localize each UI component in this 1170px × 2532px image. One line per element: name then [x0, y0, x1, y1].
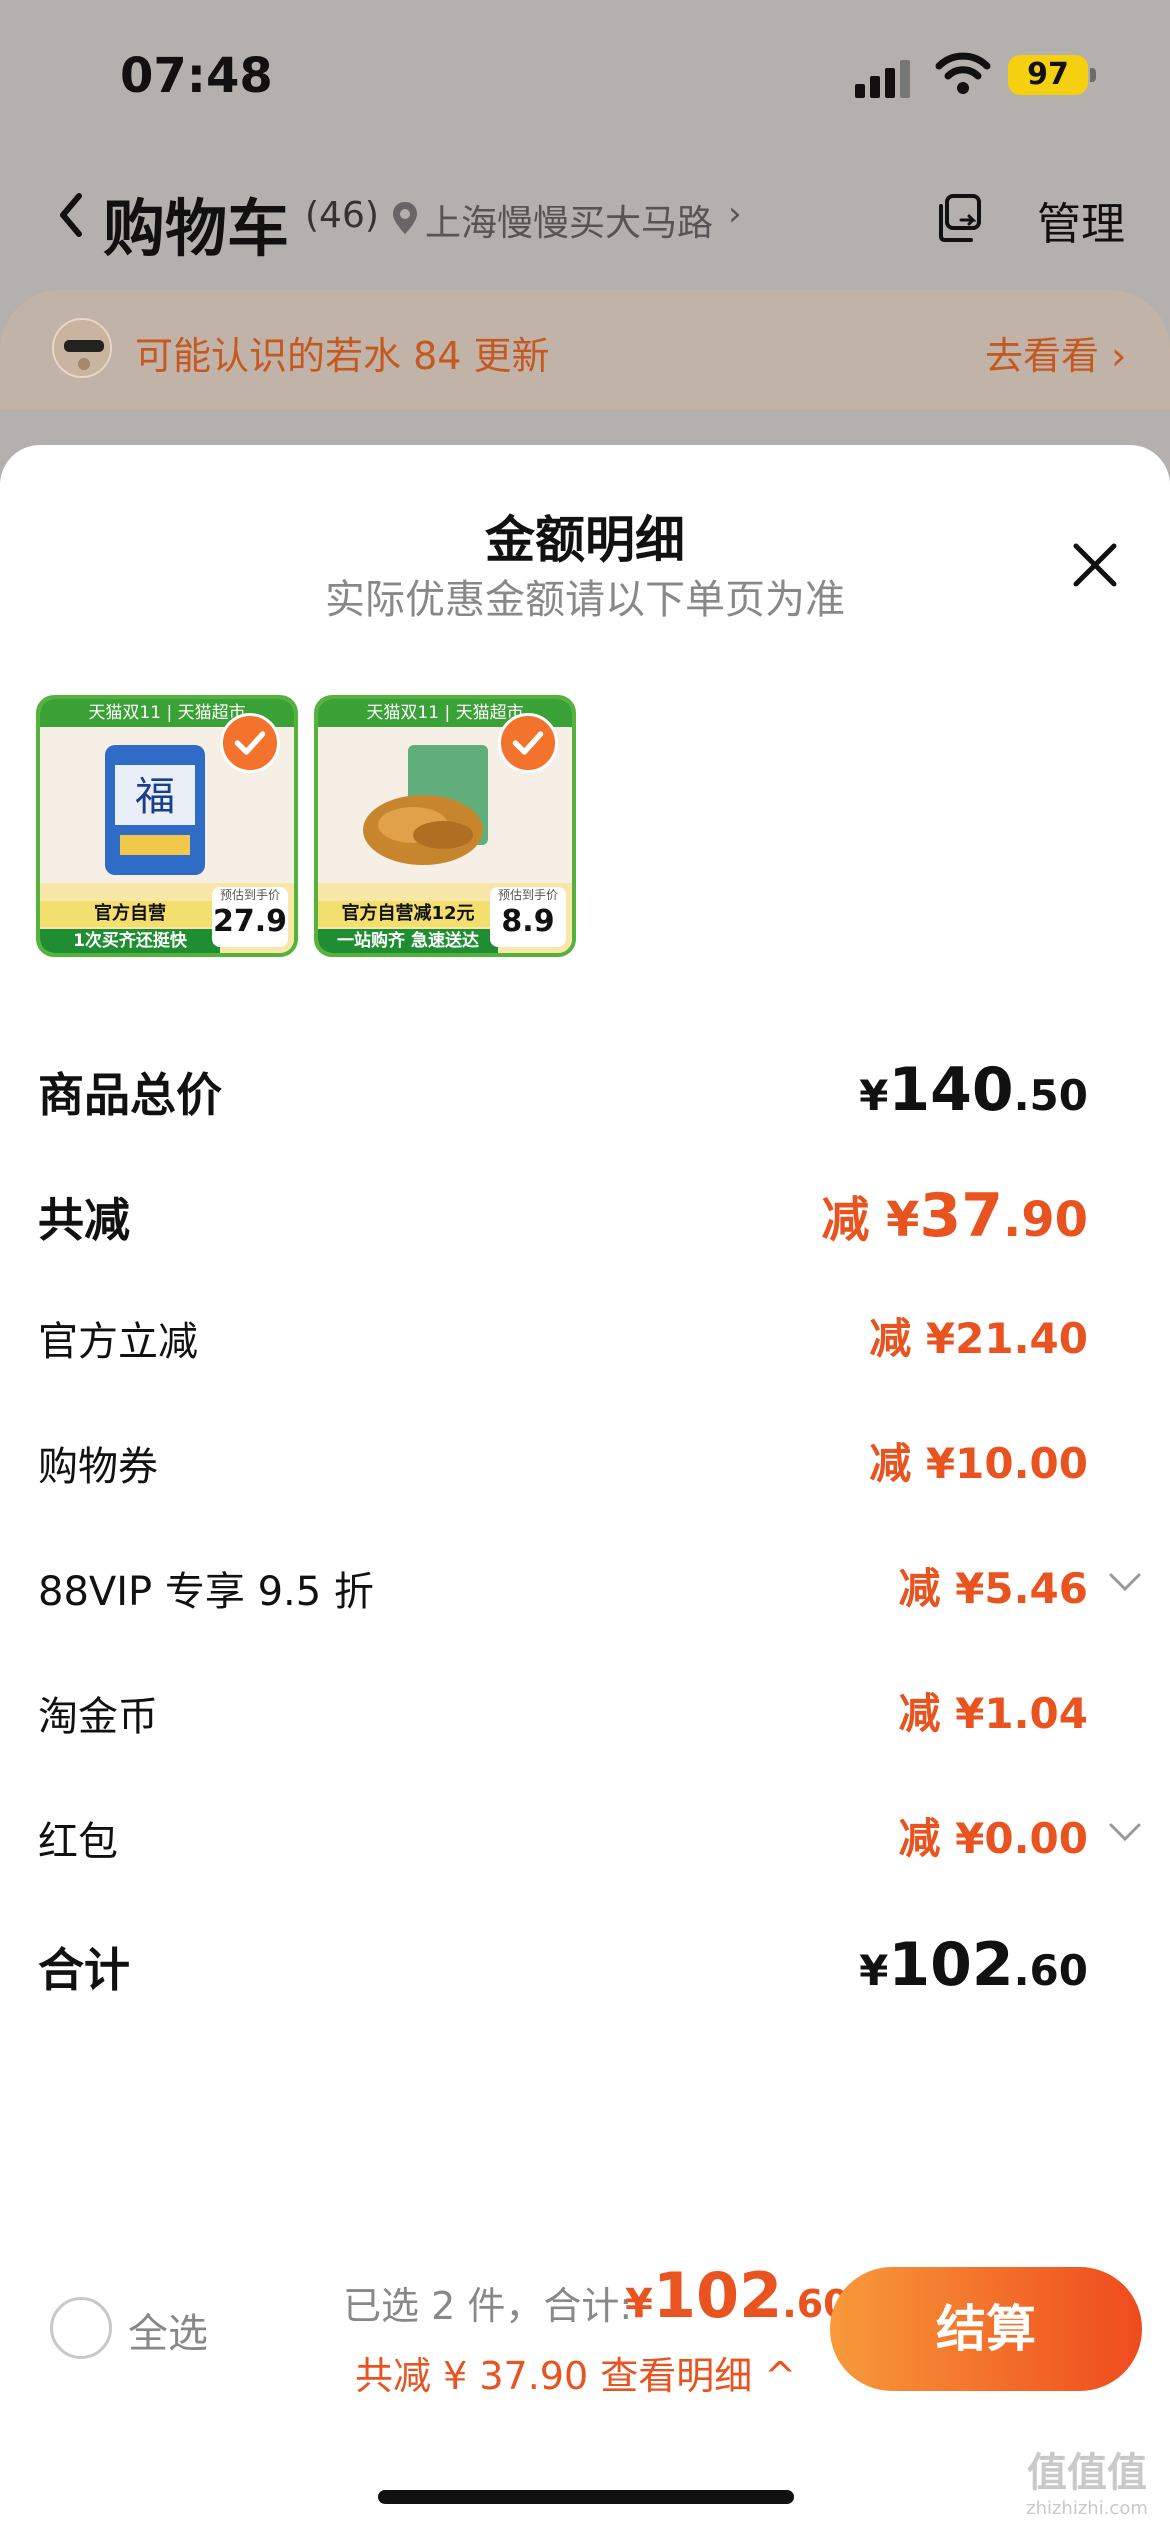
avatar: [52, 318, 112, 378]
cart-header: 购物车 (46) 上海慢慢买大马路 › 管理: [0, 170, 1170, 270]
selected-count: 已选 2 件，合计:: [343, 2284, 633, 2328]
checkout-button[interactable]: 结算: [830, 2267, 1142, 2391]
row-taojinbi: 淘金币 减 ¥1.04: [0, 1670, 1170, 1750]
row-value: 减 ¥37.90: [821, 1181, 1088, 1251]
row-label: 88VIP 专享 9.5 折: [38, 1569, 374, 1615]
sheet-subtitle: 实际优惠金额请以下单页为准: [325, 577, 845, 623]
product-thumb-snack[interactable]: 天猫双11 | 天猫超市 官方自营减12元 一站购齐 急速送达 预估到手价 8.…: [314, 695, 576, 957]
cart-count: (46): [305, 195, 379, 236]
status-time: 07:48: [120, 48, 273, 104]
product-price-box: 预估到手价 27.9: [212, 887, 288, 947]
row-official-discount: 官方立减 减 ¥21.40: [0, 1295, 1170, 1375]
selected-check-icon[interactable]: [220, 713, 280, 773]
rice-bag-image: 福: [105, 745, 205, 875]
row-label: 共减: [38, 1193, 130, 1247]
row-value: ¥140.50: [859, 1055, 1088, 1125]
signal-icon: [855, 58, 915, 98]
row-value: 减 ¥0.00: [898, 1814, 1089, 1863]
sheet-title: 金额明细: [485, 511, 685, 569]
row-label: 商品总价: [38, 1068, 222, 1122]
chevron-down-icon[interactable]: [1108, 1571, 1142, 1593]
row-label: 合计: [38, 1943, 130, 1997]
row-label: 购物券: [38, 1444, 158, 1490]
page-title: 购物车: [103, 192, 290, 265]
checkout-bar: 全选 已选 2 件，合计: ¥102.60 共减 ¥ 37.90 查看明细 ^ …: [0, 2245, 1170, 2445]
location-pin-icon[interactable]: [390, 200, 420, 236]
watermark: 值值值 zhizhizhi.com: [1026, 2450, 1148, 2519]
multi-select-icon[interactable]: [935, 192, 987, 244]
chevron-down-icon[interactable]: [1108, 1821, 1142, 1843]
product-slogan: 一站购齐 急速送达: [318, 929, 498, 953]
row-value: 减 ¥1.04: [898, 1689, 1089, 1738]
product-price-caption: 预估到手价: [497, 888, 558, 902]
friend-banner[interactable]: 可能认识的若水 84 更新 去看看 ›: [0, 290, 1170, 400]
row-total-reduce: 共减 减 ¥37.90: [0, 1170, 1170, 1251]
location-text[interactable]: 上海慢慢买大马路: [425, 194, 713, 246]
svg-text:福: 福: [135, 774, 175, 820]
row-value: ¥102.60: [859, 1930, 1088, 2000]
row-value: 减 ¥5.46: [898, 1564, 1089, 1613]
battery-icon: 97: [1008, 55, 1088, 95]
row-value: 减 ¥10.00: [869, 1439, 1088, 1488]
manage-button[interactable]: 管理: [1037, 188, 1125, 252]
row-label: 官方立减: [38, 1319, 198, 1365]
row-sum: 合计 ¥102.60: [0, 1920, 1170, 2000]
product-price: 8.9: [501, 904, 555, 939]
home-indicator: [378, 2490, 794, 2504]
select-all-label[interactable]: 全选: [128, 2301, 208, 2359]
product-tag: 官方自营: [40, 901, 220, 927]
row-red-packet[interactable]: 红包 减 ¥0.00: [0, 1795, 1170, 1875]
back-arrow-icon[interactable]: [55, 190, 85, 240]
status-bar: 07:48 97: [0, 0, 1170, 150]
total-price: ¥102.60: [625, 2259, 850, 2332]
product-price: 27.9: [212, 904, 288, 939]
close-icon[interactable]: [1070, 540, 1120, 590]
friend-update-text: 可能认识的若水 84 更新: [135, 334, 550, 378]
product-thumb-rice[interactable]: 天猫双11 | 天猫超市 福 官方自营 1次买齐还挺快 预估到手价 27.9: [36, 695, 298, 957]
row-label: 红包: [38, 1819, 118, 1865]
row-value: 减 ¥21.40: [869, 1314, 1088, 1363]
product-tag: 官方自营减12元: [318, 901, 498, 927]
location-chevron-icon[interactable]: ›: [728, 194, 742, 234]
snack-image: [363, 745, 488, 865]
view-detail-link[interactable]: 共减 ¥ 37.90 查看明细 ^: [355, 2345, 796, 2400]
row-88vip[interactable]: 88VIP 专享 9.5 折 减 ¥5.46: [0, 1545, 1170, 1625]
row-label: 淘金币: [38, 1694, 158, 1740]
selected-check-icon[interactable]: [498, 713, 558, 773]
select-all-radio[interactable]: [50, 2297, 112, 2359]
row-total-goods: 商品总价 ¥140.50: [0, 1045, 1170, 1125]
amount-detail-sheet: 金额明细 实际优惠金额请以下单页为准 天猫双11 | 天猫超市 福 官方自营 1…: [0, 445, 1170, 2532]
product-price-box: 预估到手价 8.9: [490, 887, 566, 947]
product-price-caption: 预估到手价: [219, 888, 280, 902]
wifi-icon: [935, 52, 991, 94]
go-see-link[interactable]: 去看看 ›: [985, 325, 1126, 380]
row-shopping-coupon: 购物券 减 ¥10.00: [0, 1420, 1170, 1500]
product-slogan: 1次买齐还挺快: [40, 929, 220, 953]
battery-tip: [1090, 68, 1096, 82]
